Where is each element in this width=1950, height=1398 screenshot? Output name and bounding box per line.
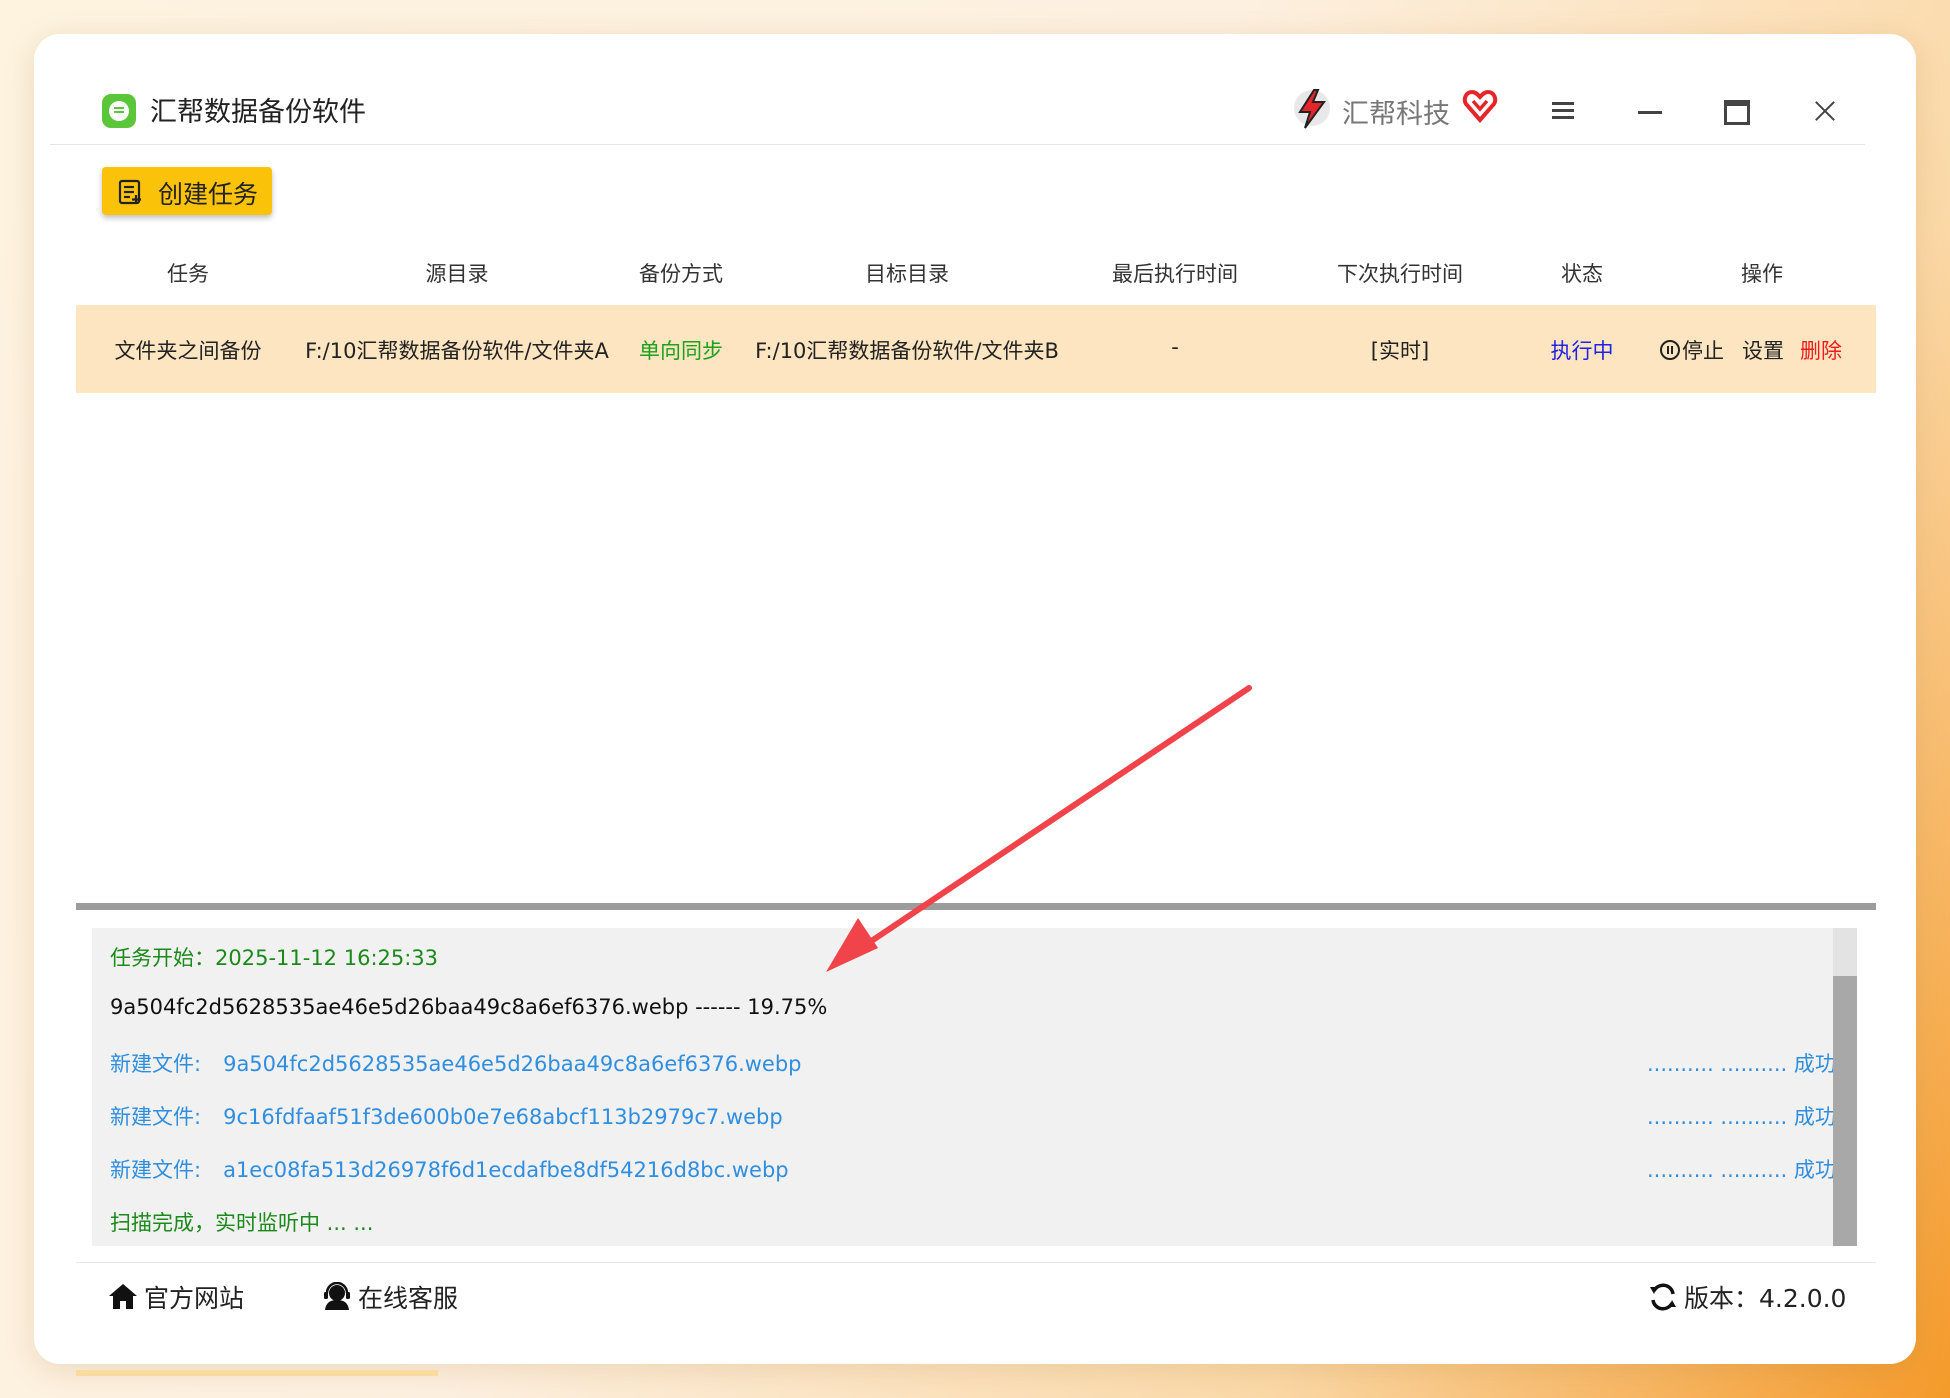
header-target: 目标目录 [865,262,949,286]
log-entry: 新建文件: 9a504fc2d5628535ae46e5d26baa49c8a6e… [110,1048,802,1078]
cell-target: F:/10汇帮数据备份软件/文件夹B [755,339,1059,363]
support-label: 在线客服 [358,1284,459,1313]
vip-heart-icon[interactable] [1462,88,1498,124]
log-progress-line: 9a504fc2d5628535ae46e5d26baa49c8a6ef6376… [110,995,828,1019]
header-status: 状态 [1561,262,1603,286]
header-task: 任务 [167,262,209,286]
cell-mode: 单向同步 [639,339,723,363]
log-panel: 任务开始：2025-11-12 16:25:33 9a504fc2d562853… [92,928,1857,1246]
log-entry-file: 9a504fc2d5628535ae46e5d26baa49c8a6ef6376… [223,1052,802,1076]
support-link[interactable]: 在线客服 [322,1279,472,1315]
footer-bar: 官方网站 在线客服 版本：4.2.0.0 [76,1262,1876,1333]
delete-link[interactable]: 删除 [1800,335,1842,365]
table-row[interactable]: 文件夹之间备份 F:/10汇帮数据备份软件/文件夹A 单向同步 F:/10汇帮数… [76,305,1876,393]
minimize-icon[interactable] [1635,96,1665,126]
create-task-button[interactable]: 创建任务 [102,167,272,215]
cell-status: 执行中 [1550,339,1614,363]
website-link[interactable]: 官方网站 [108,1279,258,1315]
log-end-line: 扫描完成，实时监听中 ... ... [110,1211,374,1235]
log-entry-label: 新建文件: [110,1105,202,1129]
bottom-accent-strip [76,1370,438,1376]
close-icon[interactable] [1810,96,1840,126]
cell-task: 文件夹之间备份 [114,339,262,363]
log-start-line: 任务开始：2025-11-12 16:25:33 [110,946,439,970]
website-label: 官方网站 [144,1284,245,1313]
log-entry-file: a1ec08fa513d26978f6d1ecdafbe8df54216d8bc… [223,1158,789,1182]
table-header: 任务 源目录 备份方式 目标目录 最后执行时间 下次执行时间 状态 操作 [76,246,1876,302]
version-info[interactable]: 版本：4.2.0.0 [1648,1279,1848,1315]
menu-icon[interactable] [1548,96,1578,126]
header-actions: 操作 [1741,262,1783,286]
log-entry-label: 新建文件: [110,1052,202,1076]
task-list-icon [118,179,141,205]
panel-splitter[interactable] [76,903,1876,910]
title-bar: 汇帮数据备份软件 汇帮科技 [50,56,1865,145]
refresh-icon [1650,1283,1676,1311]
log-entry-status: .......... .......... 成功 [1647,1158,1836,1182]
cell-source: F:/10汇帮数据备份软件/文件夹A [305,339,609,363]
cell-last-run: - [1171,335,1179,359]
log-entry-status: .......... .......... 成功 [1647,1052,1836,1076]
headset-icon [324,1282,350,1310]
log-entry: 新建文件: a1ec08fa513d26978f6d1ecdafbe8df5421… [110,1154,789,1184]
log-entry-status: .......... .......... 成功 [1647,1105,1836,1129]
log-scrollbar[interactable] [1833,928,1857,1246]
version-label: 版本：4.2.0.0 [1684,1284,1847,1313]
log-entry: 新建文件: 9c16fdfaaf51f3de600b0e7e68abcf113b2… [110,1101,783,1131]
header-source: 源目录 [425,262,489,286]
log-scrollbar-thumb[interactable] [1833,976,1857,1246]
brand-name: 汇帮科技 [1342,99,1450,130]
header-last-run: 最后执行时间 [1112,262,1238,286]
cell-next-run: [实时] [1370,339,1430,363]
pause-icon [1660,340,1680,360]
brand-logo-icon [1294,89,1330,129]
create-task-label: 创建任务 [158,180,259,209]
settings-link[interactable]: 设置 [1742,335,1784,365]
app-logo-icon [102,94,136,128]
stop-label: 停止 [1682,339,1724,363]
stop-button[interactable]: 停止 [1660,335,1724,365]
home-icon [109,1284,137,1309]
header-next-run: 下次执行时间 [1337,262,1463,286]
header-mode: 备份方式 [639,262,723,286]
app-title: 汇帮数据备份软件 [150,97,366,128]
maximize-icon[interactable] [1722,96,1752,126]
log-entry-label: 新建文件: [110,1158,202,1182]
log-entry-file: 9c16fdfaaf51f3de600b0e7e68abcf113b2979c7… [223,1105,783,1129]
